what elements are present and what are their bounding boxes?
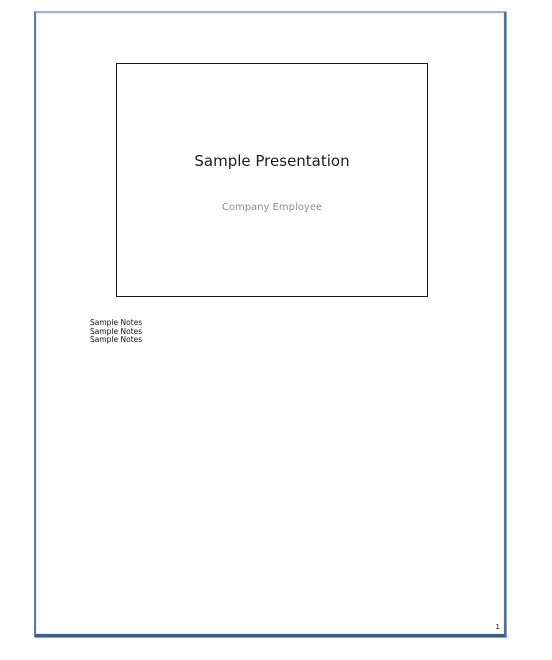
page-number: 1: [495, 623, 500, 631]
notes-line: Sample Notes: [90, 335, 143, 344]
slide-subtitle: Company Employee: [221, 202, 323, 213]
slide-title: Sample Presentation: [194, 152, 350, 170]
notes-area[interactable]: Sample Notes Sample Notes Sample Notes: [90, 318, 143, 345]
notes-page: Sample Presentation Company Employee Sam…: [34, 11, 506, 637]
slide-thumbnail[interactable]: Sample Presentation Company Employee: [116, 63, 428, 297]
